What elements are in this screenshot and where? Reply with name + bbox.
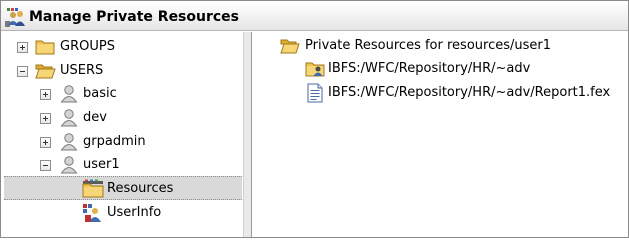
details-title: Private Resources for resources/user1 [305,38,551,53]
expand-icon[interactable] [40,113,51,124]
window-title: Manage Private Resources [29,9,240,25]
users-keys-icon [5,8,25,27]
tree-item-user1[interactable]: user1 [1,153,243,177]
details-header: Private Resources for resources/user1 [252,35,622,57]
manage-private-resources-window: Manage Private Resources GROUPS USERS ba… [0,0,629,238]
tree-item-dev[interactable]: dev [1,106,243,130]
tree-item-users[interactable]: USERS [1,59,243,83]
resource-item-label: IBFS:/WFC/Repository/HR/~adv/Report1.fex [328,85,611,100]
collapse-icon[interactable] [40,160,51,171]
tree-item-label: UserInfo [107,205,162,220]
tree-item-resources[interactable]: Resources [4,176,242,200]
tree-item-label: USERS [60,63,104,78]
resource-item[interactable]: IBFS:/WFC/Repository/HR/~adv/Report1.fex [252,82,622,104]
tree-item-basic[interactable]: basic [1,82,243,106]
resource-details: Private Resources for resources/user1 IB… [252,32,628,237]
tree-item-label: dev [83,110,107,125]
tree-item-groups[interactable]: GROUPS [1,35,243,59]
tree-item-label: basic [83,86,117,101]
tree-item-label: user1 [83,157,120,172]
user-icon [60,85,78,103]
expand-icon[interactable] [17,42,28,53]
tree-item-label: grpadmin [83,134,146,149]
folder-icon [35,40,55,55]
user-icon [60,156,78,174]
tree-item-label: Resources [107,181,174,196]
user-icon [60,109,78,127]
user-icon [60,133,78,151]
expand-icon[interactable] [40,137,51,148]
folder-open-icon [280,39,300,54]
expand-icon[interactable] [40,89,51,100]
resource-item[interactable]: IBFS:/WFC/Repository/HR/~adv [252,58,622,80]
tree-item-userinfo[interactable]: UserInfo [1,201,243,225]
shared-folder-icon [305,62,325,77]
resource-tree[interactable]: GROUPS USERS basic dev grpadmin user1 Re… [1,32,250,237]
collapse-icon[interactable] [17,66,28,77]
tree-scrollbar[interactable] [243,32,251,237]
document-icon [307,83,323,103]
tree-item-label: GROUPS [60,39,115,54]
title-bar: Manage Private Resources [1,1,628,31]
userinfo-icon [83,204,101,222]
resource-item-label: IBFS:/WFC/Repository/HR/~adv [328,61,531,76]
tree-item-grpadmin[interactable]: grpadmin [1,130,243,154]
folder-open-icon [35,64,56,79]
resources-folder-icon [82,179,104,198]
